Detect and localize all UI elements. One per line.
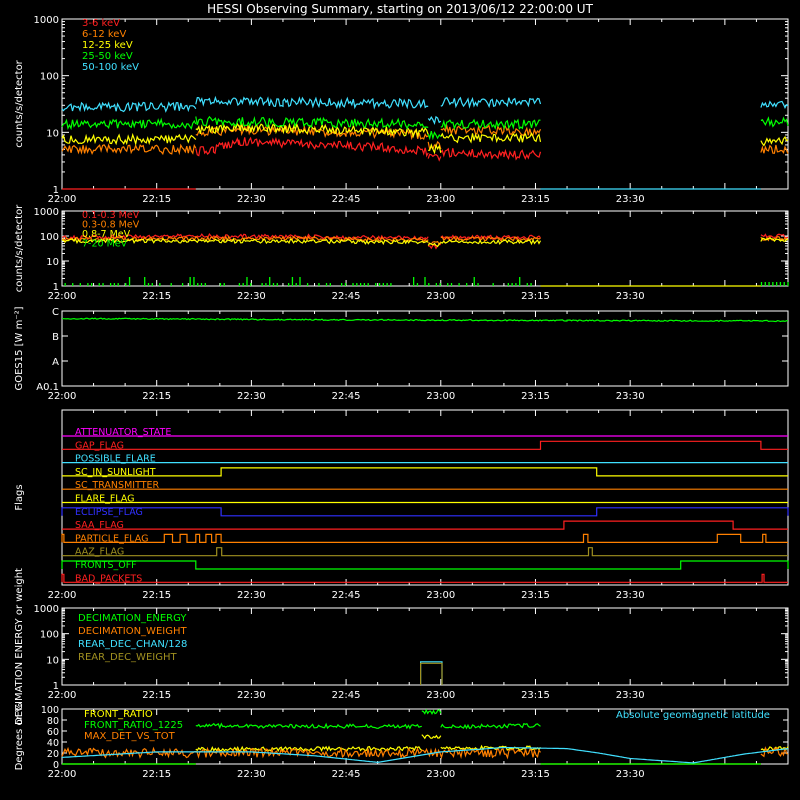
geomagnetic-annotation: Absolute geomagnetic latitude (616, 710, 770, 721)
x-tick-label: 22:15 (142, 391, 171, 402)
y-tick-label: A (52, 357, 59, 368)
y-axis-label: Degrees or % (14, 703, 25, 771)
y-tick-label: 10 (46, 128, 59, 139)
y-tick-label: 40 (47, 738, 59, 749)
x-tick-label: 23:30 (616, 194, 645, 205)
legend-entry: 7-20 MeV (82, 239, 128, 250)
x-tick-label: 23:00 (426, 391, 455, 402)
x-tick-label: 22:30 (237, 194, 266, 205)
legend-entry: 3-6 keV (82, 18, 120, 29)
y-tick-label: 10 (46, 257, 59, 268)
y-tick-label: C (52, 307, 59, 318)
y-tick-label: 1000 (34, 207, 59, 218)
x-tick-label: 22:45 (332, 391, 361, 402)
flag-label: BAD_PACKETS (75, 573, 142, 584)
y-tick-label: 1 (53, 282, 59, 293)
x-tick-label: 22:30 (237, 391, 266, 402)
legend-entry: FRONT_RATIO_1225 (84, 720, 183, 731)
x-tick-label: 22:00 (48, 769, 77, 780)
flag-label: ECLIPSE_FLAG (75, 507, 143, 518)
y-tick-label: 100 (40, 72, 59, 83)
x-tick-label: 23:30 (616, 291, 645, 302)
y-tick-label: 10 (46, 655, 59, 666)
flag-label: SC_IN_SUNLIGHT (75, 467, 156, 478)
x-tick-label: 22:30 (237, 769, 266, 780)
flag-label: SAA_FLAG (75, 520, 124, 531)
x-tick-label: 23:15 (521, 194, 550, 205)
y-axis-label: DECIMATION ENERGY or weight (14, 568, 25, 725)
y-axis-label: counts/s/detector (14, 59, 25, 147)
legend-entry: MAX_DET_VS_TOT (84, 731, 176, 742)
x-tick-label: 22:15 (142, 590, 171, 601)
legend-entry: FRONT_RATIO (84, 709, 153, 720)
x-tick-label: 23:30 (616, 769, 645, 780)
flag-label: PARTICLE_FLAG (75, 533, 148, 544)
x-tick-label: 22:45 (332, 291, 361, 302)
legend-entry: 12-25 keV (82, 40, 133, 51)
x-tick-label: 23:00 (426, 690, 455, 701)
x-tick-label: 23:30 (616, 590, 645, 601)
flag-label: FLARE_FLAG (75, 494, 135, 505)
x-tick-label: 22:45 (332, 590, 361, 601)
y-tick-label: 0 (53, 760, 59, 771)
y-tick-label: 1 (53, 681, 59, 692)
y-tick-label: B (52, 332, 59, 343)
x-tick-label: 23:00 (426, 590, 455, 601)
x-tick-label: 23:15 (521, 769, 550, 780)
x-tick-label: 22:45 (332, 194, 361, 205)
x-tick-label: 23:00 (426, 291, 455, 302)
y-tick-label: 80 (47, 716, 59, 727)
x-tick-label: 22:30 (237, 590, 266, 601)
y-axis-label: GOES15 [W m⁻²] (14, 306, 25, 390)
x-tick-label: 23:15 (521, 391, 550, 402)
x-tick-label: 23:15 (521, 690, 550, 701)
y-tick-label: 100 (40, 232, 59, 243)
x-tick-label: 22:15 (142, 291, 171, 302)
y-tick-label: 1 (53, 185, 59, 196)
y-tick-label: A0.1 (36, 382, 59, 393)
y-tick-label: 100 (40, 630, 59, 641)
hessi-summary-canvas: HESSI Observing Summary, starting on 201… (0, 0, 800, 800)
x-tick-label: 23:30 (616, 690, 645, 701)
x-tick-label: 22:30 (237, 690, 266, 701)
background (0, 0, 800, 800)
legend-entry: 6-12 keV (82, 29, 126, 40)
x-tick-label: 22:15 (142, 194, 171, 205)
x-tick-label: 22:15 (142, 769, 171, 780)
flag-label: POSSIBLE_FLARE (75, 454, 156, 465)
x-tick-label: 23:15 (521, 590, 550, 601)
flag-label: ATTENUATOR_STATE (75, 427, 171, 438)
legend-entry: 25-50 keV (82, 51, 133, 62)
y-tick-label: 1000 (34, 15, 59, 26)
x-tick-label: 22:00 (48, 590, 77, 601)
flag-label: GAP_FLAG (75, 440, 124, 451)
legend-entry: DECIMATION_WEIGHT (78, 626, 187, 637)
flag-label: FRONTS_OFF (75, 560, 137, 571)
y-tick-label: 20 (47, 749, 59, 760)
legend-entry: REAR_DEC_CHAN/128 (78, 639, 187, 650)
y-tick-label: 1000 (34, 604, 59, 615)
x-tick-label: 23:00 (426, 769, 455, 780)
legend-entry: REAR_DEC_WEIGHT (78, 652, 177, 663)
x-tick-label: 23:30 (616, 391, 645, 402)
flag-label: AAZ_FLAG (75, 547, 124, 558)
flag-label: SC_TRANSMITTER (75, 480, 160, 491)
x-tick-label: 22:45 (332, 769, 361, 780)
x-tick-label: 23:15 (521, 291, 550, 302)
x-tick-label: 22:30 (237, 291, 266, 302)
x-tick-label: 22:15 (142, 690, 171, 701)
legend-entry: 50-100 keV (82, 62, 139, 73)
x-tick-label: 22:45 (332, 690, 361, 701)
chart-title: HESSI Observing Summary, starting on 201… (207, 2, 593, 16)
y-axis-label: Flags (14, 484, 25, 510)
y-tick-label: 60 (47, 727, 59, 738)
y-tick-label: 100 (41, 705, 59, 716)
legend-entry: DECIMATION_ENERGY (78, 613, 187, 624)
y-axis-label: counts/s/detector (14, 204, 25, 292)
x-tick-label: 23:00 (426, 194, 455, 205)
